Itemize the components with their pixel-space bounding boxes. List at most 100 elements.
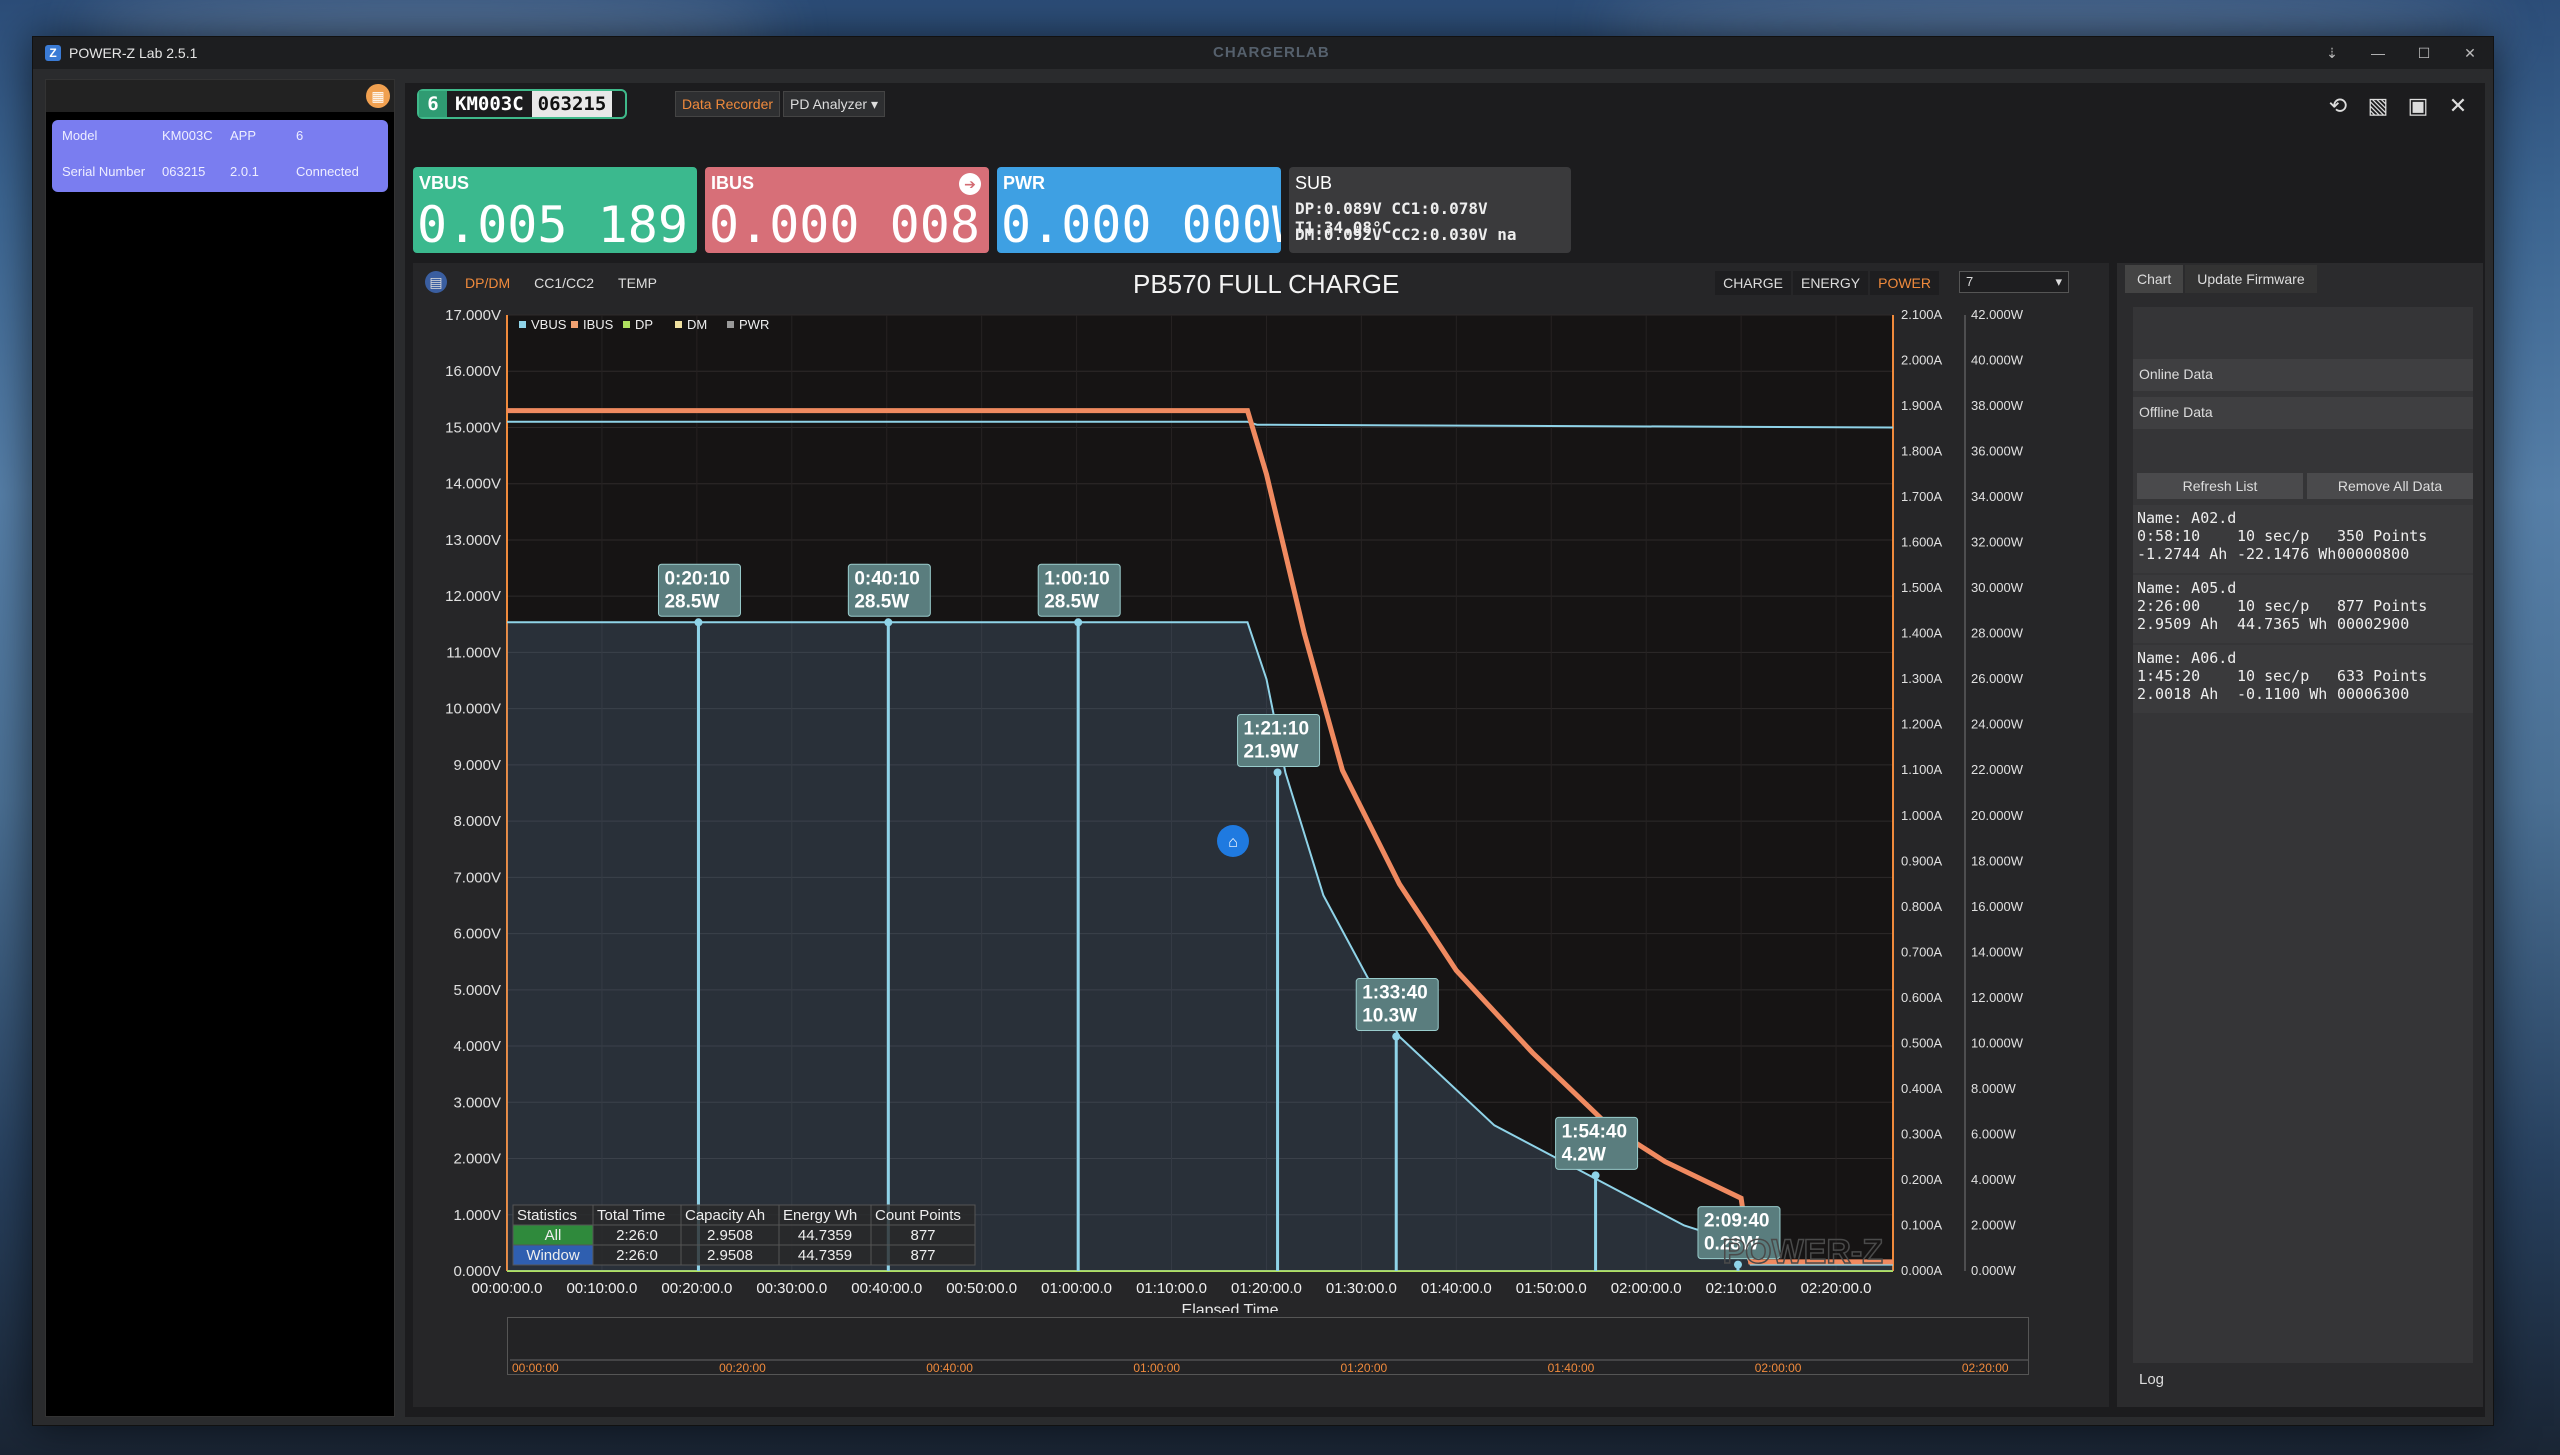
- power-mode-button[interactable]: POWER: [1870, 271, 1939, 295]
- chevron-down-icon: ▾: [2055, 274, 2062, 289]
- x-tick-label: 01:40:00.0: [1421, 1280, 1492, 1297]
- file-points: 633 Points: [2337, 667, 2428, 685]
- y-left-tick-label: 0.000V: [453, 1263, 501, 1280]
- y-left-tick-label: 14.000V: [445, 476, 501, 493]
- y-right-power-tick-label: 42.000W: [1971, 307, 2024, 322]
- y-right-power-tick-label: 34.000W: [1971, 489, 2024, 504]
- tab-chart[interactable]: Chart: [2125, 265, 2184, 293]
- power-value: 0.000 000W: [1001, 196, 1281, 253]
- x-tick-label: 01:10:00.0: [1136, 1280, 1207, 1297]
- file-capacity: 2.0018 Ah: [2137, 685, 2219, 703]
- chart-title: PB570 FULL CHARGE: [1133, 269, 1400, 299]
- y-left-tick-label: 4.000V: [453, 1038, 501, 1055]
- tab-update-firmware[interactable]: Update Firmware: [2185, 265, 2317, 293]
- marker-point: [1591, 1171, 1600, 1180]
- y-right-power-tick-label: 2.000W: [1971, 1217, 2017, 1232]
- x-tick-label: 00:30:00.0: [756, 1280, 827, 1297]
- marker-time: 1:00:10: [1044, 568, 1110, 589]
- y-right-power-tick-label: 4.000W: [1971, 1172, 2017, 1187]
- y-right-power-tick-label: 14.000W: [1971, 944, 2024, 959]
- marker-time: 1:21:10: [1244, 719, 1310, 740]
- y-right-current-tick-label: 1.400A: [1901, 626, 1943, 641]
- serial-value: 063215: [162, 164, 206, 179]
- marker-point: [1074, 618, 1083, 627]
- tab-dpdm[interactable]: DP/DM: [453, 271, 522, 295]
- y-right-current-tick-label: 1.500A: [1901, 580, 1943, 595]
- mode-select[interactable]: 7 ▾: [1959, 271, 2069, 293]
- navigator-tick-label: 01:20:00: [1340, 1361, 1387, 1375]
- stats-cell-text: 877: [910, 1227, 935, 1244]
- pin-button[interactable]: ⇣: [2309, 37, 2355, 69]
- log-panel-header[interactable]: Log: [2133, 1363, 2473, 1397]
- y-right-power-tick-label: 26.000W: [1971, 671, 2024, 686]
- file-item[interactable]: Name: A06.d 1:45:20 10 sec/p 633 Points …: [2133, 645, 2473, 713]
- marker-power: 4.2W: [1562, 1144, 1606, 1165]
- chart-type-icon[interactable]: ▤: [425, 271, 447, 293]
- history-icon[interactable]: ⟲: [2323, 91, 2353, 121]
- stats-cell-text: 44.7359: [798, 1247, 852, 1264]
- close-window-button[interactable]: ✕: [2447, 37, 2493, 69]
- charge-mode-button[interactable]: CHARGE: [1715, 271, 1791, 295]
- window-title: POWER-Z Lab 2.5.1: [69, 45, 198, 61]
- x-tick-label: 00:40:00.0: [851, 1280, 922, 1297]
- file-capacity: 2.9509 Ah: [2137, 615, 2219, 633]
- device-index: 6: [419, 91, 447, 117]
- ibus-meter: IBUS ➔ 0.000 008 A: [705, 167, 989, 253]
- y-right-power-tick-label: 16.000W: [1971, 899, 2024, 914]
- y-right-current-tick-label: 2.100A: [1901, 307, 1943, 322]
- stats-header-text: Capacity Ah: [685, 1207, 765, 1224]
- stats-cell-text: 2:26:0: [616, 1227, 658, 1244]
- file-points: 350 Points: [2337, 527, 2428, 545]
- file-energy: -22.1476 Wh: [2237, 545, 2337, 563]
- device-model: KM003C: [455, 93, 524, 115]
- close-icon[interactable]: ✕: [2443, 91, 2473, 121]
- energy-mode-button[interactable]: ENERGY: [1792, 271, 1869, 295]
- marker-time: 1:54:40: [1562, 1121, 1628, 1142]
- tab-cc1cc2[interactable]: CC1/CC2: [522, 271, 606, 295]
- pd-analyzer-button[interactable]: PD Analyzer ▾: [783, 91, 885, 117]
- y-right-power-tick-label: 22.000W: [1971, 762, 2024, 777]
- window-controls: ⇣ — ☐ ✕: [2309, 37, 2493, 69]
- stats-cell-text: Window: [526, 1247, 580, 1264]
- y-right-current-tick-label: 0.600A: [1901, 990, 1943, 1005]
- y-right-current-tick-label: 1.900A: [1901, 398, 1943, 413]
- minimize-button[interactable]: —: [2355, 37, 2401, 69]
- file-item[interactable]: Name: A02.d 0:58:10 10 sec/p 350 Points …: [2133, 505, 2473, 573]
- device-serial: 063215: [531, 91, 613, 117]
- navigator-tick-label: 01:40:00: [1548, 1361, 1595, 1375]
- remove-all-data-button[interactable]: Remove All Data: [2307, 473, 2473, 499]
- serial-label: Serial Number: [62, 164, 146, 179]
- window-mode-icon[interactable]: ▣: [2403, 91, 2433, 121]
- marker-power: 28.5W: [664, 591, 719, 612]
- chart-panel: ▤ DP/DM CC1/CC2 TEMP PB570 FULL CHARGE C…: [413, 263, 2109, 1407]
- y-right-current-tick-label: 1.000A: [1901, 808, 1943, 823]
- online-data-item[interactable]: Online Data: [2133, 359, 2473, 391]
- top-toolbar-icons: ⟲ ▧ ▣ ✕: [2323, 91, 2473, 121]
- navigator-tick-label: 02:00:00: [1755, 1361, 1802, 1375]
- ibus-label: IBUS: [711, 173, 755, 193]
- tab-temp[interactable]: TEMP: [606, 271, 669, 295]
- y-right-current-tick-label: 1.600A: [1901, 535, 1943, 550]
- file-id: 00002900: [2337, 615, 2410, 633]
- right-panel-tabs: Chart Update Firmware: [2125, 265, 2319, 293]
- chart-image-icon[interactable]: ▧: [2363, 91, 2393, 121]
- y-left-tick-label: 10.000V: [445, 701, 501, 718]
- chart-navigator[interactable]: 00:00:00 00:20:00 00:40:00 01:00:00 01:20:00…: [507, 1317, 2029, 1375]
- y-left-tick-label: 5.000V: [453, 982, 501, 999]
- vbus-meter: VBUS 0.005 189 V: [413, 167, 697, 253]
- chart-plot[interactable]: 0.000V 1.000V 2.000V 3.000V 4.000V 5.000V 6.00…: [413, 303, 2109, 1313]
- refresh-list-button[interactable]: Refresh List: [2137, 473, 2303, 499]
- marker-time: 1:33:40: [1362, 983, 1428, 1004]
- data-recorder-button[interactable]: Data Recorder: [675, 91, 781, 117]
- device-badge[interactable]: 6 KM003C 063215: [417, 89, 627, 119]
- file-energy: 44.7365 Wh: [2237, 615, 2328, 633]
- grid-menu-icon[interactable]: ▦: [366, 84, 390, 108]
- chart-tabs: ▤ DP/DM CC1/CC2 TEMP: [425, 271, 669, 295]
- app-window: Z POWER-Z Lab 2.5.1 CHARGERLAB ⇣ — ☐ ✕ ▦…: [32, 36, 2494, 1426]
- maximize-button[interactable]: ☐: [2401, 37, 2447, 69]
- device-list-panel: ▦ Model KM003C APP 6 Serial Number 06321…: [45, 79, 395, 1417]
- offline-data-item[interactable]: Offline Data: [2133, 397, 2473, 429]
- device-card[interactable]: Model KM003C APP 6 Serial Number 063215 …: [52, 120, 388, 192]
- file-item[interactable]: Name: A05.d 2:26:00 10 sec/p 877 Points …: [2133, 575, 2473, 643]
- direction-arrow-icon[interactable]: ➔: [959, 173, 981, 195]
